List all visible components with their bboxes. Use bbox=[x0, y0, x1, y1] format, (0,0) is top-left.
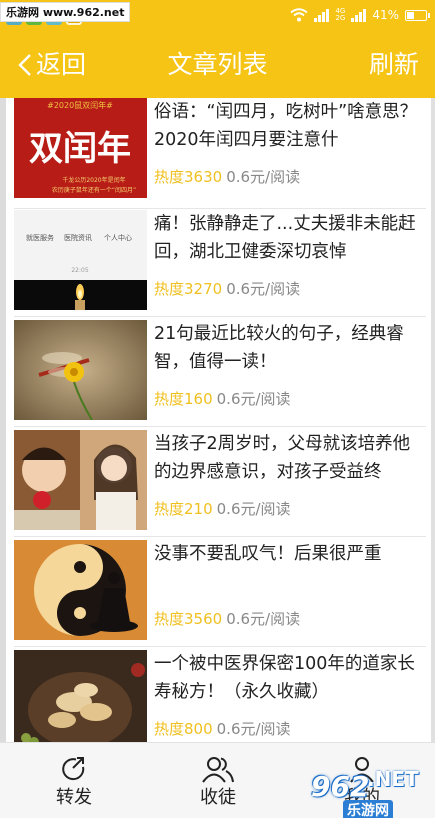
tab-apprentice-label: 收徒 bbox=[200, 787, 236, 808]
battery-percent: 41% bbox=[372, 8, 399, 22]
network-type: 4G 2G bbox=[335, 8, 345, 22]
article-meta: 热度210 0.6元/阅读 bbox=[154, 498, 291, 520]
brand-net: .NET bbox=[367, 767, 419, 791]
article-thumbnail bbox=[14, 650, 147, 742]
article-title: 一个被中医界保密100年的道家长寿秘方！（永久收藏） bbox=[154, 654, 415, 702]
network-type-2: 2G bbox=[335, 14, 346, 22]
hot-count: 热度160 bbox=[154, 390, 213, 408]
article-title: 俗语：“闰四月，吃树叶”啥意思？2020年闰四月要注意什 bbox=[154, 102, 418, 150]
article-title: 21句最近比较火的句子，经典睿智，值得一读！ bbox=[154, 324, 404, 372]
thumb-tab-1: 就医服务 bbox=[26, 233, 54, 242]
article-item[interactable]: 没事不要乱叹气！后果很严重 热度3560 0.6元/阅读 bbox=[14, 540, 426, 640]
article-title: 没事不要乱叹气！后果很严重 bbox=[154, 544, 382, 564]
article-list[interactable]: #2020鼠双闰年# 双闰年 千龙公历2020年是闰年 农历庚子鼠年还有一个“闰… bbox=[0, 98, 435, 742]
article-thumbnail bbox=[14, 320, 147, 420]
signal-icon-2 bbox=[351, 8, 367, 22]
article-title: 当孩子2周岁时，父母就该培养他的边界感意识，对孩子受益终 bbox=[154, 434, 411, 482]
article-item[interactable]: #2020鼠双闰年# 双闰年 千龙公历2020年是闰年 农历庚子鼠年还有一个“闰… bbox=[14, 98, 426, 198]
hot-count: 热度3560 bbox=[154, 610, 223, 628]
divider bbox=[14, 208, 426, 209]
hot-count: 热度3630 bbox=[154, 168, 223, 186]
divider bbox=[14, 316, 426, 317]
divider bbox=[14, 646, 426, 647]
battery-fill bbox=[407, 11, 414, 19]
app-screenshot-image: 就医服务 医院资讯 个人中心 22:05 bbox=[14, 210, 147, 310]
article-meta: 热度160 0.6元/阅读 bbox=[154, 388, 291, 410]
thumb-sub-2: 农历庚子鼠年还有一个“闰四月” bbox=[52, 186, 136, 194]
divider bbox=[14, 536, 426, 537]
share-icon bbox=[62, 757, 85, 781]
read-price: 0.6元/阅读 bbox=[226, 280, 301, 298]
thumb-tab-2: 医院资讯 bbox=[64, 233, 92, 242]
signal-icon bbox=[314, 8, 330, 22]
article-item[interactable]: 当孩子2周岁时，父母就该培养他的边界感意识，对孩子受益终 热度210 0.6元/阅… bbox=[14, 430, 426, 530]
child-and-mother-image bbox=[14, 430, 147, 530]
article-thumbnail: 就医服务 医院资讯 个人中心 22:05 bbox=[14, 210, 147, 310]
read-price: 0.6元/阅读 bbox=[216, 390, 291, 408]
article-item[interactable]: 就医服务 医院资讯 个人中心 22:05 痛！张静静走了...丈夫援非未能赶回，… bbox=[14, 210, 426, 310]
article-item[interactable]: 一个被中医界保密100年的道家长寿秘方！（永久收藏） 热度800 0.6元/阅读 bbox=[14, 650, 426, 742]
article-meta: 热度800 0.6元/阅读 bbox=[154, 718, 291, 740]
hot-count: 热度800 bbox=[154, 720, 213, 738]
site-watermark-logo: 962 .NET 乐游网 bbox=[303, 767, 429, 818]
tab-share-label: 转发 bbox=[56, 787, 92, 808]
refresh-button[interactable]: 刷新 bbox=[369, 47, 419, 83]
read-price: 0.6元/阅读 bbox=[216, 720, 291, 738]
tab-apprentice[interactable]: 收徒 bbox=[168, 743, 268, 818]
watermark: 乐游网 www.962.net bbox=[0, 2, 131, 22]
hot-count: 热度210 bbox=[154, 500, 213, 518]
article-meta: 热度3270 0.6元/阅读 bbox=[154, 278, 300, 300]
battery-icon bbox=[405, 9, 430, 21]
thumb-sub-1: 千龙公历2020年是闰年 bbox=[62, 176, 125, 184]
article-thumbnail bbox=[14, 430, 147, 530]
read-price: 0.6元/阅读 bbox=[226, 610, 301, 628]
yin-yang-meditation-image bbox=[14, 540, 147, 640]
article-title: 痛！张静静走了...丈夫援非未能赶回，湖北卫健委深切哀悼 bbox=[154, 214, 416, 262]
tab-share[interactable]: 转发 bbox=[24, 743, 124, 818]
divider bbox=[14, 426, 426, 427]
read-price: 0.6元/阅读 bbox=[216, 500, 291, 518]
hot-count: 热度3270 bbox=[154, 280, 223, 298]
thumb-tab-3: 个人中心 bbox=[104, 233, 132, 242]
status-bar: 乐游网 www.962.net 4G 2G 41% bbox=[0, 0, 435, 34]
thumb-banner: #2020鼠双闰年# bbox=[47, 100, 113, 110]
article-thumbnail bbox=[14, 540, 147, 640]
thumb-time: 22:05 bbox=[71, 267, 88, 274]
dragonfly-flower-image bbox=[14, 320, 147, 420]
double-leap-year-image: #2020鼠双闰年# 双闰年 千龙公历2020年是闰年 农历庚子鼠年还有一个“闰… bbox=[14, 98, 147, 198]
users-icon bbox=[202, 757, 234, 783]
article-thumbnail: #2020鼠双闰年# 双闰年 千龙公历2020年是闰年 农历庚子鼠年还有一个“闰… bbox=[14, 98, 147, 198]
read-price: 0.6元/阅读 bbox=[226, 168, 301, 186]
nav-bar: 返回 文章列表 刷新 bbox=[0, 34, 435, 98]
article-meta: 热度3630 0.6元/阅读 bbox=[154, 166, 300, 188]
wifi-icon bbox=[290, 8, 309, 22]
brand-cn: 乐游网 bbox=[343, 800, 393, 818]
article-meta: 热度3560 0.6元/阅读 bbox=[154, 608, 300, 630]
thumb-main: 双闰年 bbox=[29, 129, 131, 169]
brand-number: 962 bbox=[311, 770, 370, 803]
article-item[interactable]: 21句最近比较火的句子，经典睿智，值得一读！ 热度160 0.6元/阅读 bbox=[14, 320, 426, 420]
ginger-herbs-image bbox=[14, 650, 147, 742]
